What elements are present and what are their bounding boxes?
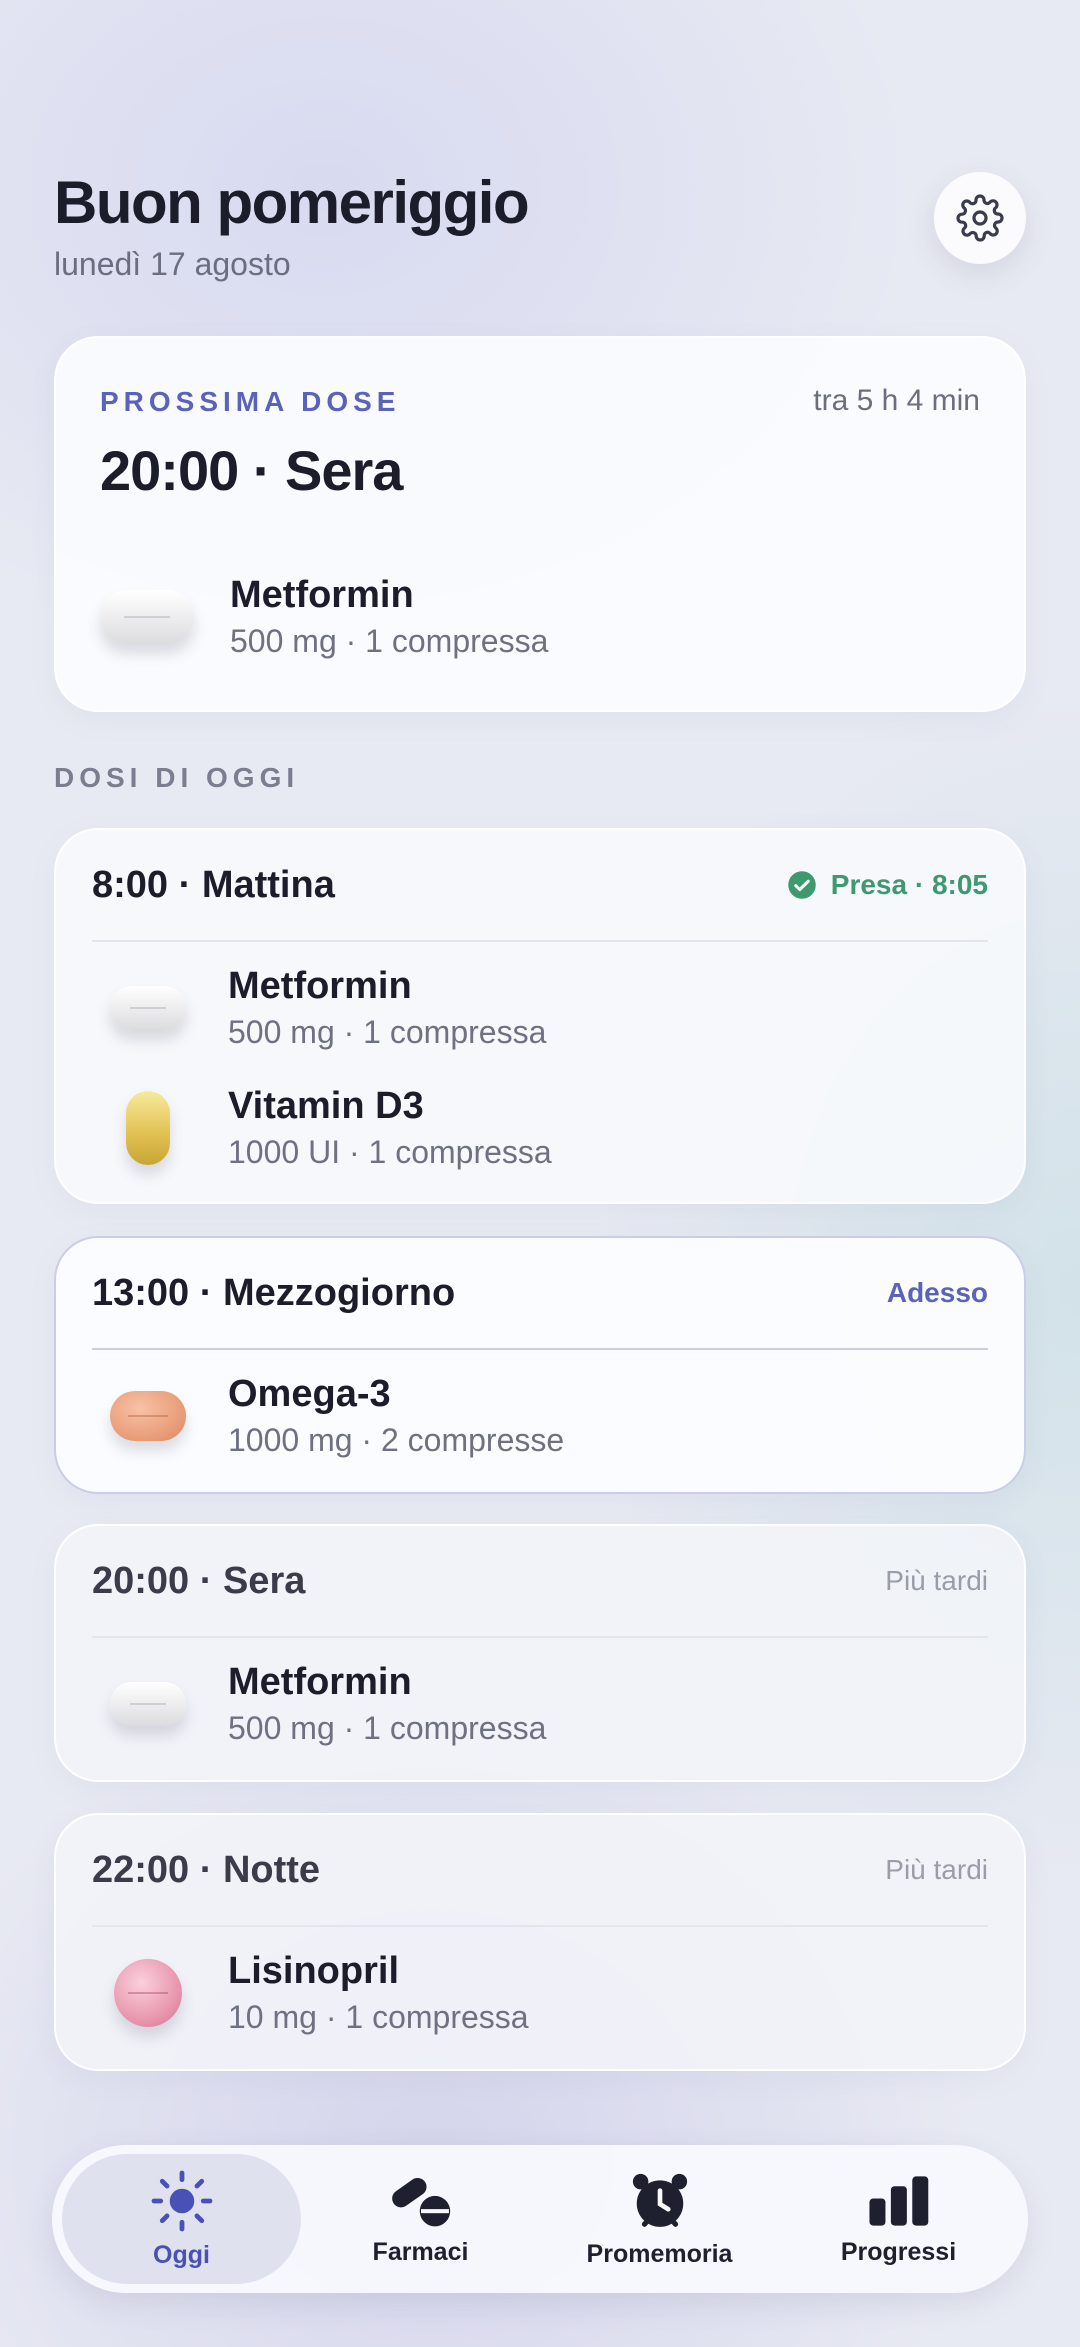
pink-pill-icon bbox=[114, 1959, 182, 2027]
status-badge: Adesso bbox=[886, 1277, 988, 1308]
list-item: Vitamin D3 1000 UI · 1 compressa bbox=[92, 1068, 1024, 1188]
dose-time-title: 22:00 · Notte bbox=[92, 1848, 321, 1891]
white-pill-icon bbox=[110, 1682, 186, 1726]
medication-detail: 1000 UI · 1 compressa bbox=[228, 1134, 552, 1170]
bottom-tab-bar: Oggi Farmaci Promemoria Progressi bbox=[52, 2145, 1028, 2293]
medication-detail: 500 mg · 1 compressa bbox=[228, 1710, 547, 1746]
dose-card-midday[interactable]: 13:00 · Mezzogiorno Adesso Omega-3 1000 … bbox=[54, 1236, 1026, 1494]
status-text: Presa · 8:05 bbox=[830, 869, 988, 900]
tab-oggi[interactable]: Oggi bbox=[62, 2154, 301, 2284]
list-item: Omega-3 1000 mg · 2 compresse bbox=[92, 1356, 1024, 1476]
next-dose-card[interactable]: PROSSIMA DOSE tra 5 h 4 min 20:00 · Sera… bbox=[54, 336, 1026, 712]
list-item: Lisinopril 10 mg · 1 compressa bbox=[92, 1933, 1024, 2053]
medication-name: Lisinopril bbox=[228, 1950, 399, 1992]
dose-card-header: 20:00 · Sera Più tardi bbox=[92, 1526, 988, 1638]
next-dose-label: PROSSIMA DOSE bbox=[100, 386, 401, 417]
status-badge: Più tardi bbox=[885, 1565, 988, 1596]
medication-name: Metformin bbox=[228, 965, 412, 1007]
tab-label: Farmaci bbox=[372, 2237, 469, 2266]
bar-chart-icon bbox=[868, 2175, 928, 2226]
medication-name: Omega-3 bbox=[228, 1373, 391, 1415]
section-heading: DOSI DI OGGI bbox=[54, 762, 300, 793]
next-dose-time: 20:00 · Sera bbox=[100, 439, 403, 502]
tab-farmaci[interactable]: Farmaci bbox=[301, 2154, 540, 2284]
list-item: Metformin 500 mg · 1 compressa bbox=[92, 948, 1024, 1068]
gear-icon bbox=[956, 194, 1004, 242]
alarm-clock-icon bbox=[632, 2173, 687, 2227]
next-dose-countdown: tra 5 h 4 min bbox=[813, 384, 980, 417]
medication-detail: 1000 mg · 2 compresse bbox=[228, 1422, 565, 1458]
medication-name: Metformin bbox=[230, 574, 414, 616]
medication-name: Vitamin D3 bbox=[228, 1085, 424, 1127]
dose-card-morning[interactable]: 8:00 · Mattina Presa · 8:05 Metformin 50… bbox=[54, 828, 1026, 1204]
medication-name: Metformin bbox=[228, 1661, 412, 1703]
tab-label: Oggi bbox=[153, 2240, 210, 2269]
yellow-capsule-icon bbox=[126, 1091, 170, 1165]
settings-button[interactable] bbox=[934, 172, 1026, 264]
tab-label: Promemoria bbox=[586, 2239, 733, 2268]
dose-card-header: 8:00 · Mattina Presa · 8:05 bbox=[92, 830, 988, 942]
tab-progressi[interactable]: Progressi bbox=[779, 2154, 1018, 2284]
tab-label: Progressi bbox=[840, 2237, 957, 2266]
dose-card-header: 22:00 · Notte Più tardi bbox=[92, 1815, 988, 1927]
medication-detail: 500 mg · 1 compressa bbox=[228, 1014, 547, 1050]
header: Buon pomeriggio lunedì 17 agosto bbox=[54, 169, 530, 283]
check-circle-icon bbox=[788, 871, 816, 899]
sun-icon bbox=[151, 2170, 212, 2231]
next-dose-medication: Metformin 500 mg · 1 compressa bbox=[100, 574, 548, 660]
status-badge: Più tardi bbox=[885, 1854, 988, 1885]
dose-time-title: 8:00 · Mattina bbox=[92, 863, 335, 906]
status-badge: Presa · 8:05 bbox=[787, 869, 988, 901]
dose-card-header: 13:00 · Mezzogiorno Adesso bbox=[92, 1238, 988, 1350]
white-pill-icon bbox=[100, 590, 194, 644]
orange-pill-icon bbox=[110, 1391, 186, 1441]
tab-promemoria[interactable]: Promemoria bbox=[540, 2154, 779, 2284]
current-date: lunedì 17 agosto bbox=[54, 246, 291, 282]
dose-card-evening[interactable]: 20:00 · Sera Più tardi Metformin 500 mg … bbox=[54, 1524, 1026, 1782]
dose-time-title: 13:00 · Mezzogiorno bbox=[92, 1271, 456, 1314]
page-title: Buon pomeriggio bbox=[54, 169, 530, 236]
list-item: Metformin 500 mg · 1 compressa bbox=[92, 1644, 1024, 1764]
dose-card-night[interactable]: 22:00 · Notte Più tardi Lisinopril 10 mg… bbox=[54, 1813, 1026, 2071]
medication-detail: 500 mg · 1 compressa bbox=[230, 623, 549, 659]
pills-icon bbox=[391, 2177, 450, 2226]
medication-detail: 10 mg · 1 compressa bbox=[228, 1999, 529, 2035]
white-pill-icon bbox=[110, 986, 186, 1030]
dose-time-title: 20:00 · Sera bbox=[92, 1559, 306, 1602]
